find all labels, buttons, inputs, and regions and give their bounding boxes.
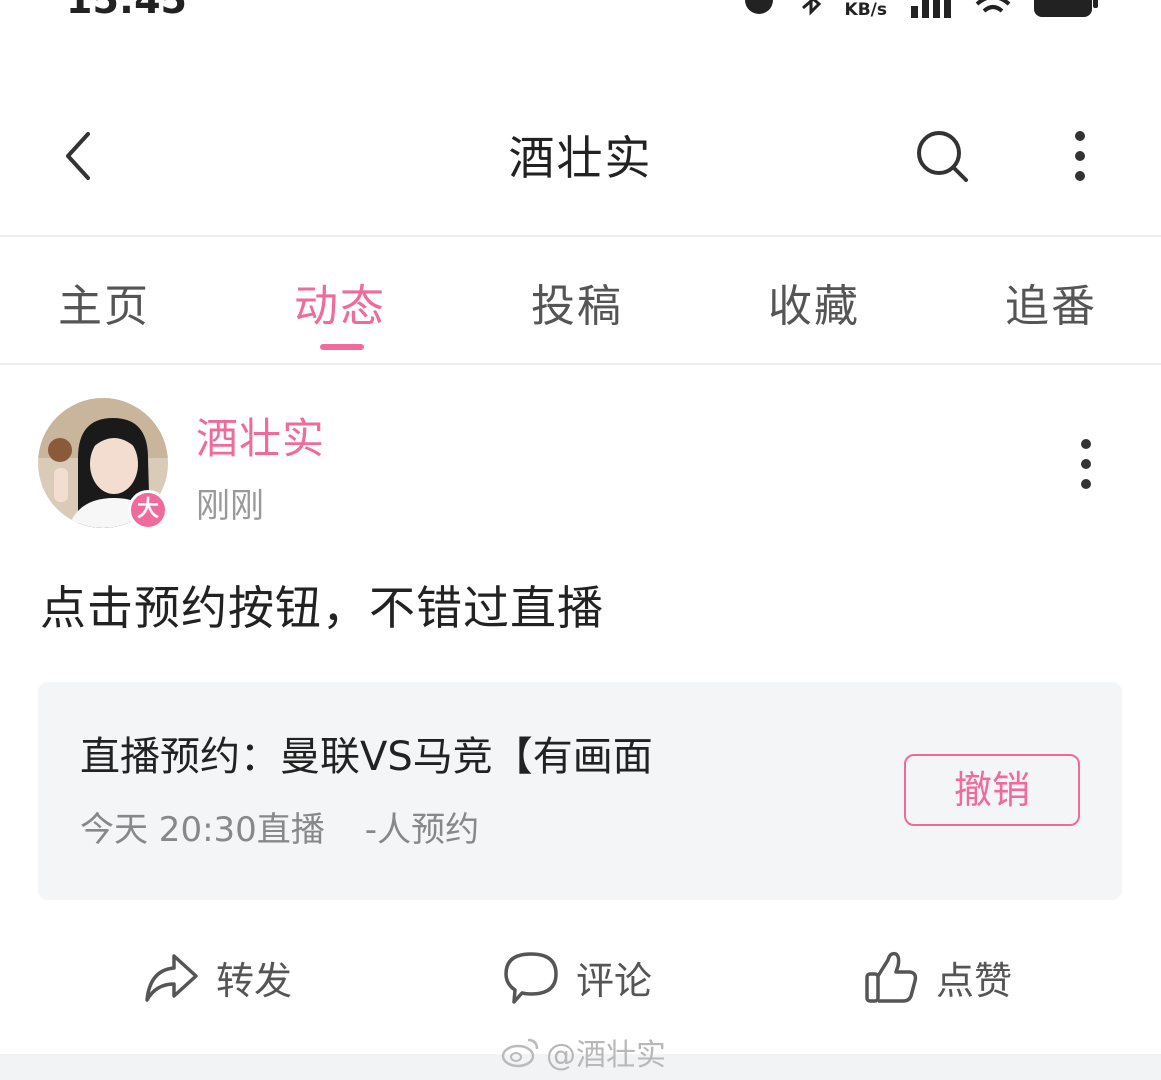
share-label: 转发: [216, 958, 293, 1003]
like-button[interactable]: 点赞: [862, 944, 1012, 1010]
cancel-reservation-button[interactable]: 撤销: [904, 754, 1080, 826]
alarm-icon: [744, 0, 773, 14]
search-icon: [917, 131, 968, 182]
post-more-button[interactable]: [1066, 434, 1106, 494]
profile-tabs: 主页 动态 投稿 收藏 追番: [0, 240, 1161, 362]
live-reservation-card[interactable]: 直播预约：曼联VS马竞【有画面 今天 20:30直播 -人预约 撤销: [38, 682, 1122, 900]
share-icon: [145, 954, 198, 1002]
net-speed: KB/s: [844, 0, 887, 20]
tab-home[interactable]: 主页: [58, 270, 150, 334]
tab-dynamics[interactable]: 动态: [294, 270, 386, 334]
comment-button[interactable]: 评论: [502, 944, 652, 1010]
comment-label: 评论: [576, 958, 653, 1003]
more-vertical-icon: [1081, 439, 1091, 489]
signal-icon: [911, 0, 951, 18]
reservation-count: -人预约: [364, 810, 480, 850]
more-vertical-icon: [1075, 131, 1085, 181]
like-label: 点赞: [936, 958, 1013, 1003]
post-text: 点击预约按钮，不错过直播: [40, 581, 604, 635]
page-title: 酒壮实: [508, 131, 653, 185]
watermark-text: @酒壮实: [546, 1038, 666, 1073]
share-button[interactable]: 转发: [142, 944, 292, 1010]
tab-submissions[interactable]: 投稿: [531, 270, 623, 334]
reservation-title: 直播预约：曼联VS马竞【有画面: [80, 734, 653, 780]
more-options-button[interactable]: [1060, 126, 1100, 186]
status-bar: 15:45 KB/s: [0, 0, 1161, 40]
status-icons: KB/s: [741, 0, 1099, 20]
battery-icon: [1034, 0, 1098, 17]
active-tab-indicator: [320, 344, 364, 350]
tabs-divider: [0, 363, 1161, 365]
watermark: @酒壮实: [500, 1030, 666, 1074]
author-name[interactable]: 酒壮实: [196, 405, 325, 466]
top-app-bar: 酒壮实: [0, 100, 1161, 210]
creator-badge: 大: [128, 490, 168, 530]
reservation-schedule: 今天 20:30直播: [80, 810, 325, 850]
comment-icon: [504, 952, 558, 1004]
status-time: 15:45: [66, 0, 187, 22]
tab-favorites[interactable]: 收藏: [768, 270, 860, 334]
bluetooth-icon: [801, 0, 821, 16]
post-time: 刚刚: [196, 486, 264, 526]
weibo-logo-icon: [501, 1038, 539, 1068]
search-button[interactable]: [912, 126, 974, 188]
header-divider: [0, 235, 1161, 237]
wifi-icon: [975, 0, 1011, 13]
tab-bangumi[interactable]: 追番: [1005, 270, 1097, 334]
thumbs-up-icon: [865, 951, 918, 1003]
reservation-info: 今天 20:30直播 -人预约: [80, 802, 479, 851]
